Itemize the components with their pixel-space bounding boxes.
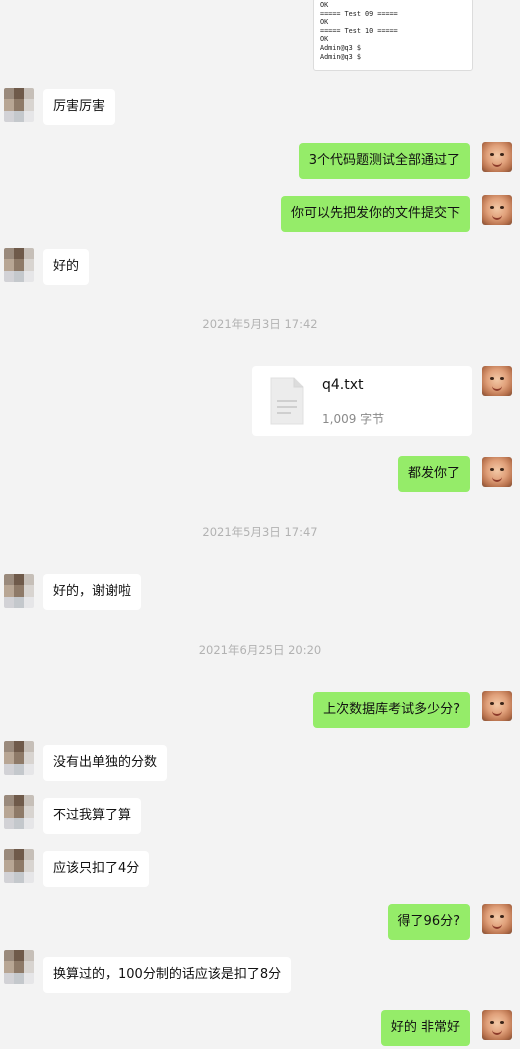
- contact-avatar[interactable]: [4, 88, 34, 122]
- message-bubble-outgoing[interactable]: 3个代码题测试全部通过了: [298, 143, 470, 179]
- message-bubble-incoming[interactable]: 好的: [43, 249, 90, 285]
- file-message-card[interactable]: q4.txt 1,009 字节: [252, 366, 472, 436]
- code-line: OK: [320, 18, 329, 27]
- message-bubble-incoming[interactable]: 没有出单独的分数: [43, 745, 168, 781]
- contact-avatar[interactable]: [4, 950, 34, 984]
- code-output-image[interactable]: OK ===== Test 09 ===== OK ===== Test 10 …: [313, 0, 473, 71]
- message-bubble-incoming[interactable]: 不过我算了算: [43, 798, 142, 834]
- message-bubble-outgoing[interactable]: 上次数据库考试多少分?: [313, 692, 470, 728]
- message-timestamp: 2021年6月25日 20:20: [198, 643, 322, 657]
- message-bubble-outgoing[interactable]: 你可以先把发你的文件提交下: [280, 196, 470, 232]
- message-bubble-incoming[interactable]: 好的，谢谢啦: [43, 574, 142, 610]
- message-bubble-outgoing[interactable]: 得了96分?: [387, 904, 470, 940]
- chat-window: OK ===== Test 09 ===== OK ===== Test 10 …: [0, 0, 520, 1049]
- contact-avatar[interactable]: [4, 849, 34, 883]
- code-line: Admin@q3 $: [320, 43, 361, 52]
- my-avatar[interactable]: [482, 366, 512, 396]
- document-icon: [269, 376, 305, 426]
- message-bubble-incoming[interactable]: 厉害厉害: [43, 89, 116, 125]
- file-name: q4.txt: [322, 377, 364, 393]
- my-avatar[interactable]: [482, 195, 512, 225]
- message-timestamp: 2021年5月3日 17:47: [202, 525, 318, 539]
- contact-avatar[interactable]: [4, 248, 34, 282]
- my-avatar[interactable]: [482, 904, 512, 934]
- code-line: ===== Test 10 =====: [320, 26, 398, 35]
- my-avatar[interactable]: [482, 457, 512, 487]
- contact-avatar[interactable]: [4, 795, 34, 829]
- file-size: 1,009 字节: [322, 412, 385, 426]
- contact-avatar[interactable]: [4, 574, 34, 608]
- message-bubble-outgoing[interactable]: 都发你了: [397, 456, 470, 492]
- message-bubble-outgoing[interactable]: 好的 非常好: [380, 1010, 470, 1046]
- my-avatar[interactable]: [482, 142, 512, 172]
- message-timestamp: 2021年5月3日 17:42: [202, 317, 318, 331]
- code-line: ===== Test 09 =====: [320, 9, 398, 18]
- code-line: OK: [320, 35, 329, 44]
- my-avatar[interactable]: [482, 691, 512, 721]
- contact-avatar[interactable]: [4, 741, 34, 775]
- code-line: OK: [320, 1, 329, 9]
- my-avatar[interactable]: [482, 1010, 512, 1040]
- code-line: Admin@q3 $: [320, 52, 361, 61]
- message-bubble-incoming[interactable]: 应该只扣了4分: [43, 851, 150, 887]
- message-bubble-incoming[interactable]: 换算过的，100分制的话应该是扣了8分: [43, 957, 292, 993]
